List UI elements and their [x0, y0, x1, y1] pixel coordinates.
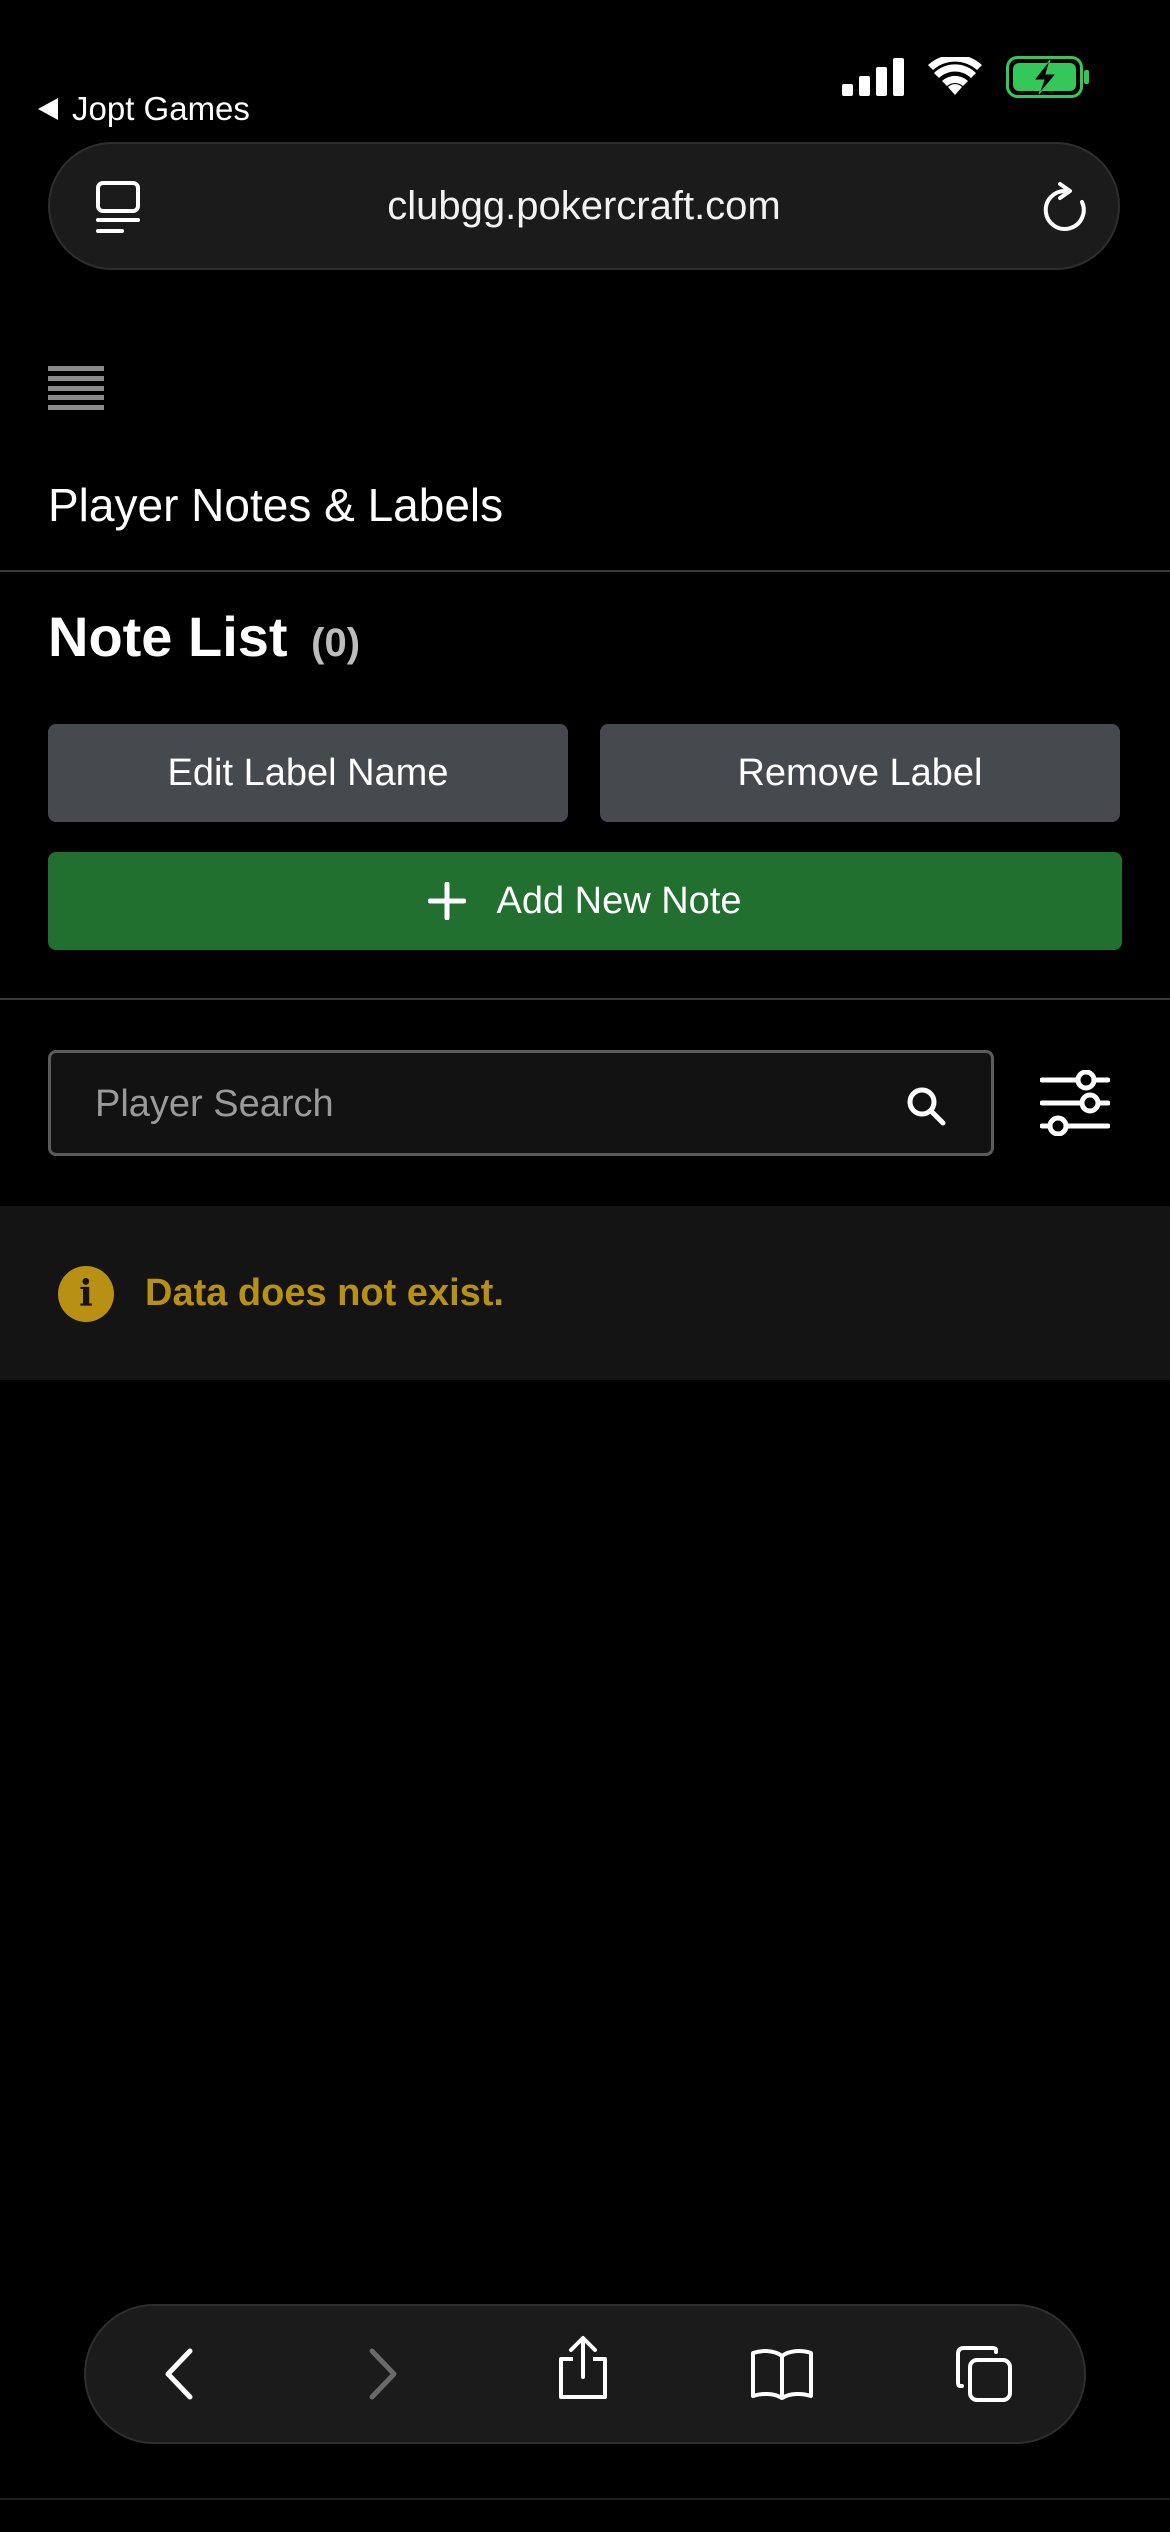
info-icon: i [58, 1266, 114, 1322]
player-search-input[interactable] [93, 1071, 877, 1137]
note-list-label: Note List [48, 605, 288, 668]
url-text[interactable]: clubgg.pokercraft.com [50, 184, 1118, 229]
search-icon[interactable] [905, 1085, 947, 1127]
plus-icon [428, 882, 467, 920]
add-new-note-label: Add New Note [496, 879, 742, 922]
section-divider [0, 998, 1170, 1000]
back-to-app-link[interactable]: Jopt Games [38, 90, 250, 128]
note-list-title: Note List (0) [48, 604, 360, 669]
back-app-label: Jopt Games [72, 90, 250, 127]
status-icons [842, 56, 1090, 98]
chevron-left-icon [165, 2348, 193, 2400]
address-bar[interactable]: clubgg.pokercraft.com [48, 142, 1120, 270]
note-count: (0) [311, 621, 361, 665]
hamburger-menu-icon[interactable] [48, 366, 104, 410]
cellular-signal-icon [842, 58, 904, 96]
player-search-box[interactable] [48, 1050, 994, 1156]
book-icon [751, 2349, 813, 2400]
empty-state-message: Data does not exist. [145, 1272, 504, 1314]
filter-sliders-icon[interactable] [1040, 1070, 1110, 1136]
page-title: Player Notes & Labels [48, 479, 504, 531]
browser-toolbar [84, 2304, 1086, 2444]
battery-charging-icon [1006, 56, 1089, 98]
tabs-button[interactable] [952, 2342, 1016, 2406]
remove-label-button[interactable]: Remove Label [600, 724, 1120, 822]
forward-button[interactable] [352, 2342, 416, 2406]
status-bar: Jopt Games [0, 0, 1170, 140]
back-triangle-icon [38, 98, 58, 120]
edit-label-name-button[interactable]: Edit Label Name [48, 724, 568, 822]
share-button[interactable] [551, 2336, 615, 2400]
tabs-icon [956, 2346, 1012, 2402]
empty-state-panel: i Data does not exist. [0, 1206, 1170, 1380]
add-new-note-button[interactable]: Add New Note [48, 852, 1122, 950]
header-divider [0, 570, 1170, 572]
back-button[interactable] [146, 2342, 210, 2406]
bottom-divider [0, 2498, 1170, 2500]
reload-icon[interactable] [1040, 182, 1092, 236]
wifi-icon [928, 57, 982, 95]
bookmarks-button[interactable] [750, 2342, 814, 2406]
share-icon [559, 2336, 607, 2399]
chevron-right-icon [369, 2348, 397, 2400]
